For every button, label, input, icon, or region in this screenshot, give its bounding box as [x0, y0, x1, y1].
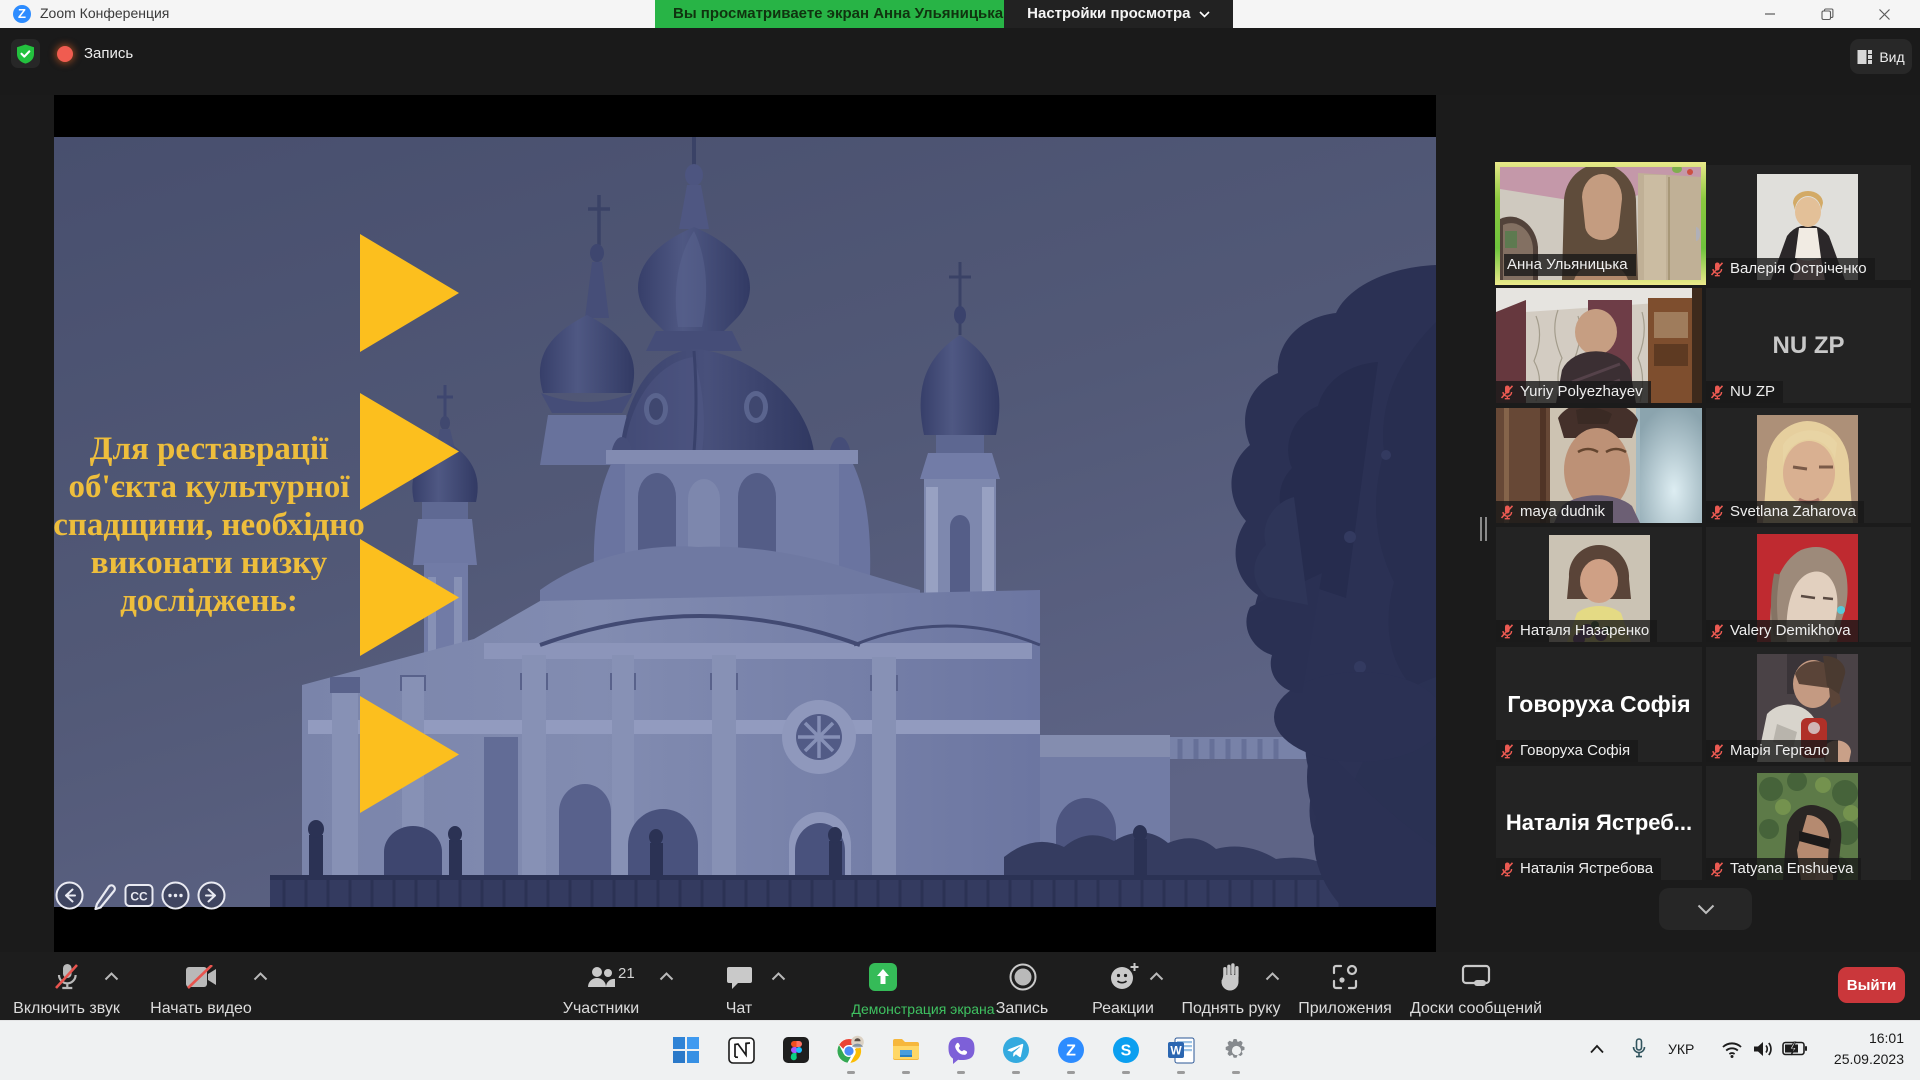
svg-text:Z: Z	[1066, 1043, 1076, 1060]
svg-text:W: W	[1170, 1043, 1182, 1057]
svg-text:CC: CC	[130, 889, 148, 903]
svg-text:S: S	[1121, 1043, 1132, 1060]
